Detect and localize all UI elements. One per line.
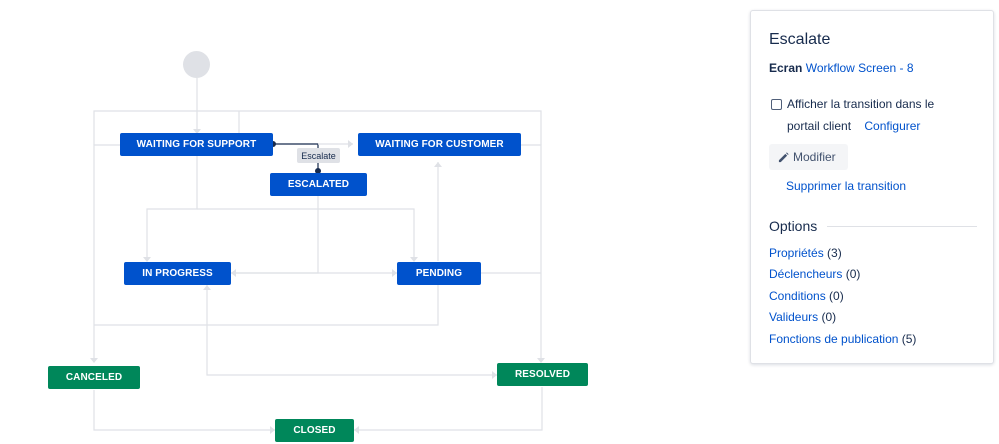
option-validators[interactable]: Valideurs (0) (769, 310, 836, 324)
options-heading: Options (769, 218, 818, 234)
option-post-functions[interactable]: Fonctions de publication (5) (769, 332, 916, 346)
screen-link[interactable]: Workflow Screen - 8 (806, 61, 914, 75)
arrowhead (203, 285, 211, 290)
show-in-portal-checkbox[interactable] (771, 99, 782, 110)
arrowhead (231, 269, 236, 277)
transition-details-panel: Escalate Ecran Workflow Screen - 8 Affic… (750, 10, 994, 364)
status-resolved[interactable]: RESOLVED (497, 363, 588, 386)
status-canceled[interactable]: CANCELED (48, 366, 140, 389)
status-pending[interactable]: PENDING (397, 262, 481, 285)
configure-link[interactable]: Configurer (864, 119, 920, 133)
edit-button[interactable]: Modifier (769, 144, 848, 170)
option-triggers[interactable]: Déclencheurs (0) (769, 267, 860, 281)
connector-support-to-inprogress (146, 156, 198, 261)
option-count: (0) (845, 267, 861, 281)
show-in-portal-label-2: portail client (787, 119, 852, 133)
option-count: (0) (821, 310, 837, 324)
option-properties[interactable]: Propriétés (3) (769, 246, 842, 260)
connector-right-to-resolved (521, 144, 542, 362)
screen-info: Ecran Workflow Screen - 8 (769, 61, 914, 75)
workflow-diagram[interactable]: WAITING FOR SUPPORT WAITING FOR CUSTOMER… (0, 0, 740, 444)
connector-resolved-to-closed (354, 387, 543, 431)
arrowhead (434, 162, 442, 167)
option-label[interactable]: Conditions (769, 289, 826, 303)
status-waiting-for-support[interactable]: WAITING FOR SUPPORT (120, 133, 273, 156)
option-count: (3) (827, 246, 842, 260)
option-label[interactable]: Valideurs (769, 310, 818, 324)
option-label[interactable]: Fonctions de publication (769, 332, 898, 346)
status-waiting-for-customer[interactable]: WAITING FOR CUSTOMER (358, 133, 521, 156)
option-count: (5) (901, 332, 917, 346)
connector-left-to-canceled (93, 144, 120, 362)
option-conditions[interactable]: Conditions (0) (769, 289, 844, 303)
panel-title: Escalate (769, 31, 831, 48)
connector-support-to-pending (197, 208, 415, 261)
connector-pending-to-canceled (94, 285, 439, 326)
status-escalated[interactable]: ESCALATED (270, 173, 367, 196)
connector-inprogress-to-resolved (206, 285, 497, 376)
status-closed[interactable]: CLOSED (275, 419, 354, 442)
pencil-icon (778, 151, 789, 162)
option-count: (0) (829, 289, 844, 303)
connector-escalated-to-inprogress (231, 196, 319, 274)
option-label[interactable]: Déclencheurs (769, 267, 842, 281)
options-divider (827, 226, 977, 227)
edit-button-label: Modifier (793, 150, 836, 164)
show-in-portal-label: Afficher la transition dans le (787, 97, 935, 111)
arrowhead (90, 358, 98, 363)
start-node (183, 51, 210, 78)
connector-canceled-to-closed (93, 390, 275, 431)
status-in-progress[interactable]: IN PROGRESS (124, 262, 231, 285)
screen-label: Ecran (769, 61, 803, 75)
delete-transition-link[interactable]: Supprimer la transition (786, 179, 906, 193)
option-label[interactable]: Propriétés (769, 246, 824, 260)
arrowhead (354, 426, 359, 434)
transition-label-escalate[interactable]: Escalate (297, 148, 340, 163)
